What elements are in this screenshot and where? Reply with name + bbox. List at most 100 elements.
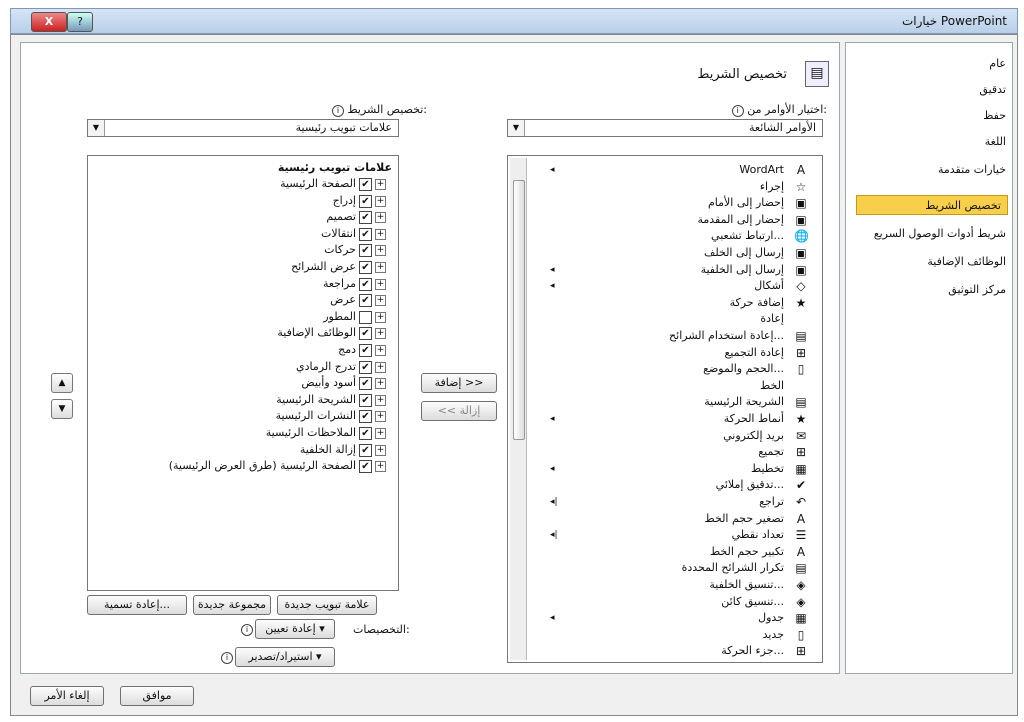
command-item[interactable]: ▣ إحضار إلى المقدمة (526, 212, 816, 228)
command-item[interactable]: A تكبير حجم الخط (526, 544, 816, 560)
tab-tree-item[interactable]: + ✔ النشرات الرئيسية (102, 408, 392, 424)
command-item[interactable]: ★ أنماط الحركة ◂ (526, 411, 816, 427)
commands-scrollbar[interactable] (510, 158, 527, 660)
tab-tree-item[interactable]: + ✔ أسود وأبيض (102, 375, 392, 391)
remove-button[interactable]: << إزالة (421, 401, 497, 421)
command-item[interactable]: ⊞ إعادة التجميع (526, 345, 816, 361)
command-item[interactable]: A WordArt ◂ (526, 162, 816, 178)
command-item[interactable]: ✉ بريد إلكتروني (526, 428, 816, 444)
expand-icon[interactable]: + (375, 461, 386, 473)
commands-list[interactable]: A WordArt ◂ ☆ إجراء ▣ إحضار إلى الأمام ▣ إحضار إ… (507, 155, 823, 663)
command-item[interactable]: 🌐 ارتباط تشعبي... (526, 228, 816, 244)
tab-tree-item[interactable]: + ✔ إزالة الخلفية (102, 442, 392, 458)
ok-button[interactable]: موافق (120, 686, 194, 706)
tab-tree-item[interactable]: + ✔ دمج (102, 342, 392, 358)
expand-icon[interactable]: + (375, 411, 386, 423)
tab-checkbox[interactable]: ✔ (359, 443, 372, 457)
expand-icon[interactable]: + (375, 428, 386, 439)
command-item[interactable]: ▯ جديد (526, 627, 816, 643)
command-item[interactable]: الخط (526, 378, 816, 394)
tab-checkbox[interactable]: ✔ (359, 410, 372, 424)
scroll-thumb[interactable] (513, 180, 525, 440)
cancel-button[interactable]: إلغاء الأمر (30, 686, 104, 706)
command-item[interactable]: ▯ الحجم والموضع... (526, 361, 816, 377)
command-item[interactable]: إعادة (526, 311, 816, 327)
rename-button[interactable]: إعادة تسمية... (87, 595, 187, 615)
tab-checkbox[interactable]: ✔ (359, 178, 372, 191)
tab-tree-item[interactable]: + ✔ تصميم (102, 209, 392, 225)
nav-item[interactable]: تخصيص الشريط (856, 195, 1008, 215)
command-item[interactable]: ☰ تعداد نقطي ◂| (526, 527, 816, 543)
tab-tree-item[interactable]: + ✔ عرض الشرائح (102, 259, 392, 275)
expand-icon[interactable]: + (375, 345, 386, 356)
tab-checkbox[interactable] (359, 310, 372, 324)
tab-tree-item[interactable]: + ✔ الصفحة الرئيسية (102, 176, 392, 192)
customize-ribbon-dropdown[interactable]: ▼ علامات تبويب رئيسية (87, 119, 399, 137)
expand-icon[interactable]: + (375, 278, 386, 290)
command-item[interactable]: ▣ إرسال إلى الخلف (526, 245, 816, 261)
move-down-button[interactable]: ▼ (51, 399, 73, 419)
tab-tree-item[interactable]: + ✔ حركات (102, 242, 392, 258)
move-up-button[interactable]: ▲ (51, 373, 73, 393)
tab-tree-item[interactable]: + ✔ الصفحة الرئيسية (طرق العرض الرئيسية) (102, 458, 392, 474)
tab-checkbox[interactable]: ✔ (359, 244, 372, 258)
new-group-button[interactable]: مجموعة جديدة (193, 595, 271, 615)
expand-icon[interactable]: + (375, 245, 386, 257)
expand-icon[interactable]: + (375, 228, 386, 240)
command-item[interactable]: ▣ إرسال إلى الخلفية ◂ (526, 262, 816, 278)
command-item[interactable]: ◇ أشكال ◂ (526, 278, 816, 294)
reset-button[interactable]: إعادة تعيين ▾ (255, 619, 335, 639)
choose-commands-dropdown[interactable]: ▼ الأوامر الشائعة (507, 119, 823, 137)
nav-item[interactable]: عام (989, 57, 1006, 70)
command-item[interactable]: ☆ إجراء (526, 179, 816, 195)
expand-icon[interactable]: + (375, 179, 386, 190)
tab-checkbox[interactable]: ✔ (359, 294, 372, 308)
command-item[interactable]: ◈ تنسيق الخلفية... (526, 577, 816, 593)
tab-checkbox[interactable]: ✔ (359, 427, 372, 440)
ribbon-tabs-tree[interactable]: علامات تبويب رئيسية + ✔ الصفحة الرئيسية + ✔ إ… (87, 155, 399, 591)
tab-checkbox[interactable]: ✔ (359, 460, 372, 474)
tab-tree-item[interactable]: + المطور (102, 309, 392, 325)
nav-item[interactable]: مركز التوثيق (948, 283, 1006, 296)
expand-icon[interactable]: + (375, 394, 386, 406)
expand-icon[interactable]: + (375, 295, 386, 307)
nav-item[interactable]: الوظائف الإضافية (927, 255, 1006, 268)
command-item[interactable]: A تصغير حجم الخط (526, 511, 816, 527)
command-item[interactable]: ▤ إعادة استخدام الشرائح... (526, 328, 816, 344)
command-item[interactable]: ⊞ جزء الحركة... (526, 643, 816, 659)
new-tab-button[interactable]: علامة تبويب جديدة (277, 595, 377, 615)
expand-icon[interactable]: + (375, 361, 386, 373)
command-item[interactable]: ★ إضافة حركة (526, 295, 816, 311)
command-item[interactable]: ⊞ تجميع (526, 444, 816, 460)
tab-tree-item[interactable]: + ✔ تدرج الرمادي (102, 359, 392, 375)
add-button[interactable]: إضافة >> (421, 373, 497, 393)
expand-icon[interactable]: + (375, 328, 386, 340)
expand-icon[interactable]: + (375, 378, 386, 390)
nav-item[interactable]: شريط أدوات الوصول السريع (874, 227, 1006, 240)
command-item[interactable]: ▣ إحضار إلى الأمام (526, 195, 816, 211)
help-button[interactable]: ? (67, 12, 93, 32)
tab-checkbox[interactable]: ✔ (359, 360, 372, 374)
tab-checkbox[interactable]: ✔ (359, 194, 372, 208)
tab-tree-item[interactable]: + ✔ مراجعة (102, 276, 392, 292)
expand-icon[interactable]: + (375, 195, 386, 207)
tab-tree-item[interactable]: + ✔ الملاحظات الرئيسية (102, 425, 392, 441)
expand-icon[interactable]: + (375, 212, 386, 224)
expand-icon[interactable]: + (375, 311, 386, 323)
tab-checkbox[interactable]: ✔ (359, 261, 372, 274)
command-item[interactable]: ▦ جدول ◂ (526, 610, 816, 626)
command-item[interactable]: ▤ تكرار الشرائح المحددة (526, 560, 816, 576)
tab-tree-item[interactable]: + ✔ انتقالات (102, 226, 392, 242)
command-item[interactable]: ↶ تراجع ◂| (526, 494, 816, 510)
tab-tree-item[interactable]: + ✔ الوظائف الإضافية (102, 325, 392, 341)
nav-item[interactable]: حفظ (983, 109, 1006, 122)
import-export-button[interactable]: استيراد/تصدير ▾ (235, 647, 335, 667)
tab-tree-item[interactable]: + ✔ الشريحة الرئيسية (102, 392, 392, 408)
command-item[interactable]: ✔ تدقيق إملائي... (526, 477, 816, 493)
tab-checkbox[interactable]: ✔ (359, 377, 372, 391)
tab-checkbox[interactable]: ✔ (359, 277, 372, 291)
tab-tree-item[interactable]: + ✔ عرض (102, 292, 392, 308)
nav-item[interactable]: اللغة (985, 135, 1006, 148)
tab-checkbox[interactable]: ✔ (359, 327, 372, 341)
command-item[interactable]: ▦ تخطيط ◂ (526, 461, 816, 477)
